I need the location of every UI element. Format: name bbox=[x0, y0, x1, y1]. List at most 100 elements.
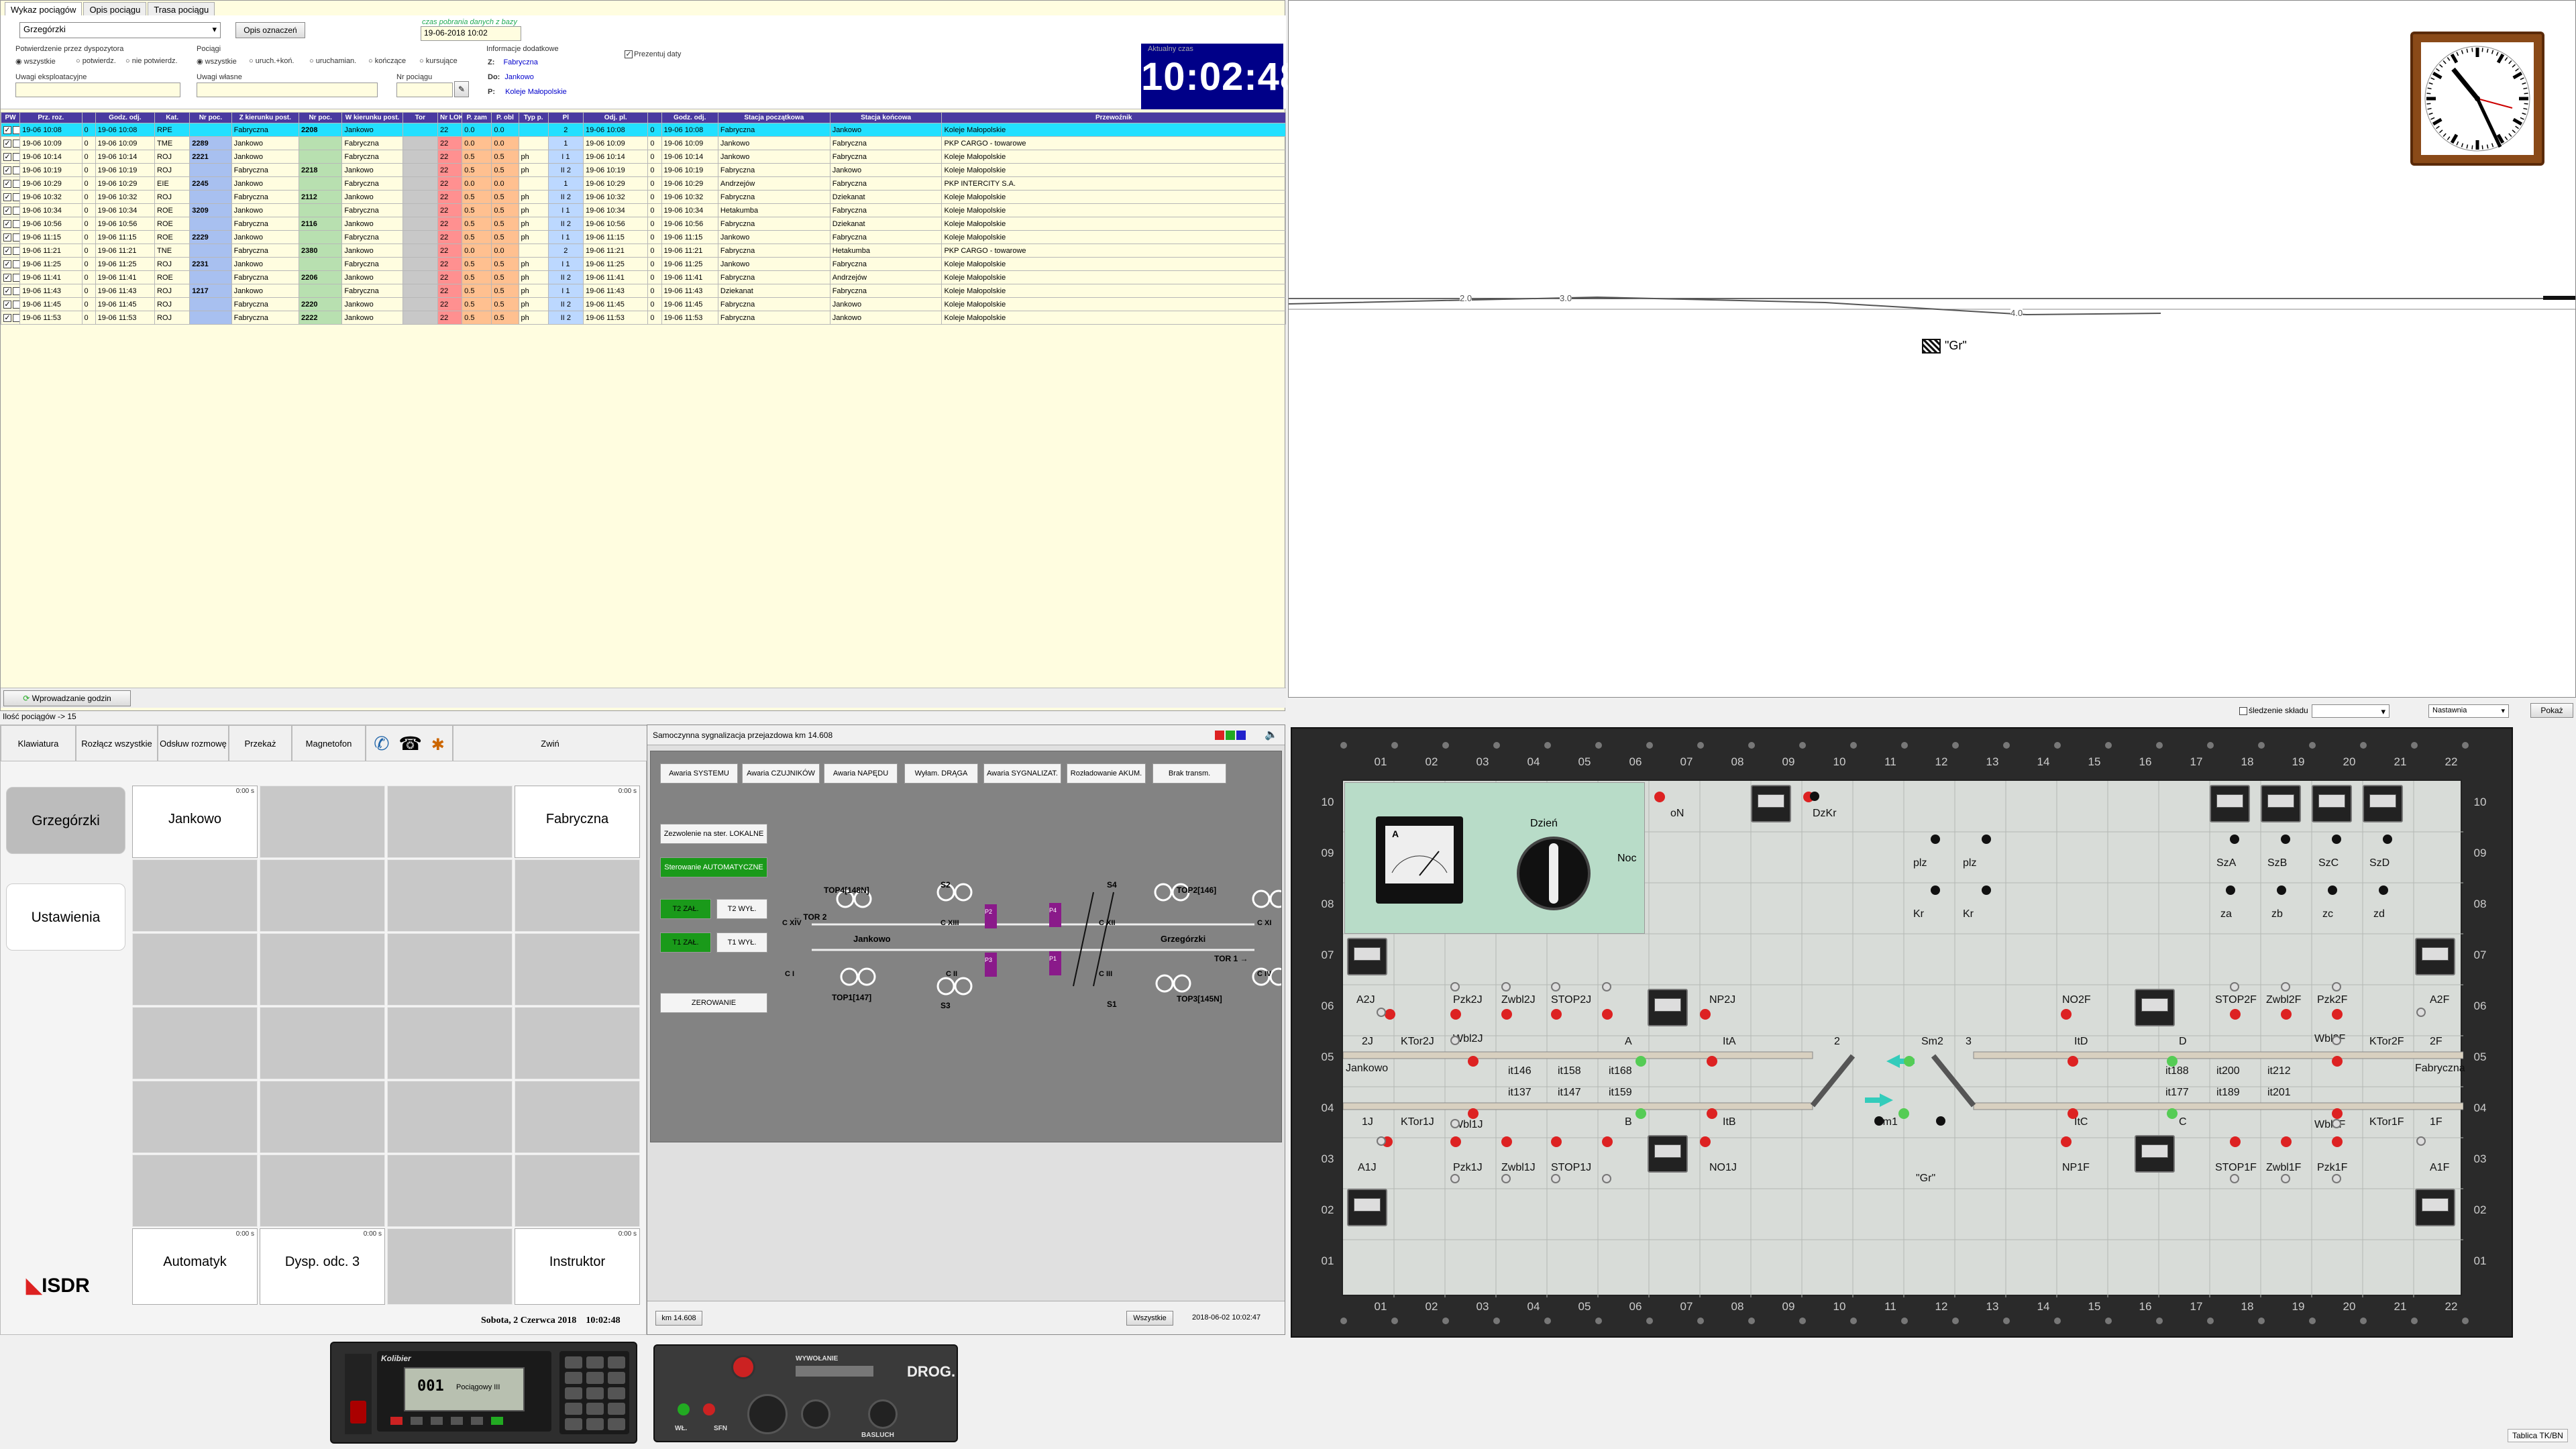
counter-icon[interactable] bbox=[2312, 785, 2352, 822]
signal-red-icon[interactable] bbox=[1602, 1009, 1613, 1020]
signal-red-icon[interactable] bbox=[1707, 1108, 1717, 1119]
select-check[interactable] bbox=[13, 193, 19, 201]
handset-down-icon[interactable]: ☎ bbox=[398, 733, 422, 754]
confirm-check[interactable] bbox=[3, 179, 11, 188]
confirm-radio-confirmed[interactable]: ○ potwierdz. bbox=[76, 57, 116, 65]
trains-radio-starting[interactable]: ○ uruchamian. bbox=[309, 57, 356, 65]
keypad-key[interactable] bbox=[565, 1356, 582, 1368]
fault-transmission[interactable]: Brak transm. bbox=[1152, 763, 1226, 784]
radio-button[interactable] bbox=[431, 1417, 443, 1425]
select-check[interactable] bbox=[13, 206, 19, 215]
tab-train-desc[interactable]: Opis pociągu bbox=[83, 2, 147, 17]
col-dep[interactable]: Godz. odj. bbox=[95, 112, 156, 123]
signal-red-icon[interactable] bbox=[2281, 1136, 2292, 1147]
table-row[interactable]: 19-06 10:19019-06 10:19ROJFabryczna2218J… bbox=[0, 163, 1286, 177]
col-to[interactable]: W kierunku post. bbox=[341, 112, 403, 123]
keyboard-button[interactable]: Klawiatura bbox=[1, 725, 76, 761]
select-check[interactable] bbox=[13, 313, 19, 322]
t2-off-button[interactable]: T2 WYŁ. bbox=[716, 899, 767, 919]
station-code[interactable]: "Gr" bbox=[1922, 339, 1967, 354]
t1-off-button[interactable]: T1 WYŁ. bbox=[716, 932, 767, 953]
keypad-key[interactable] bbox=[586, 1403, 604, 1415]
confirm-check[interactable] bbox=[3, 125, 11, 134]
button-knob-icon[interactable] bbox=[1936, 1116, 1945, 1126]
speaker-icon[interactable]: 🔈 bbox=[1265, 728, 1278, 741]
keypad-key[interactable] bbox=[608, 1418, 625, 1430]
table-row[interactable]: 19-06 10:09019-06 10:09TME2289JankowoFab… bbox=[0, 136, 1286, 150]
contact-dispatcher[interactable]: 0:00 s Dysp. odc. 3 bbox=[260, 1228, 385, 1305]
signal-red-icon[interactable] bbox=[1700, 1136, 1711, 1147]
show-dates-checkbox[interactable]: Prezentuj daty bbox=[625, 50, 681, 59]
counter-icon[interactable] bbox=[1751, 785, 1791, 822]
keypad-key[interactable] bbox=[608, 1403, 625, 1415]
col-lok[interactable]: Nr LOK bbox=[437, 112, 463, 123]
day-night-switch[interactable] bbox=[1517, 837, 1591, 910]
table-row[interactable]: 19-06 10:34019-06 10:34ROE3209JankowoFab… bbox=[0, 203, 1286, 217]
reset-button[interactable]: ZEROWANIE bbox=[660, 993, 767, 1013]
select-check[interactable] bbox=[13, 286, 19, 295]
status-tab[interactable]: Tablica TK/BN bbox=[2508, 1429, 2568, 1442]
contact-instructor[interactable]: 0:00 s Instruktor bbox=[515, 1228, 640, 1305]
col-pl[interactable]: Pl bbox=[547, 112, 584, 123]
remarks-input[interactable] bbox=[15, 83, 180, 97]
counter-icon[interactable] bbox=[1648, 1135, 1688, 1173]
confirm-check[interactable] bbox=[3, 139, 11, 148]
emergency-button[interactable] bbox=[350, 1401, 366, 1424]
table-row[interactable]: 19-06 10:14019-06 10:14ROJ2221JankowoFab… bbox=[0, 150, 1286, 164]
contact-fabryczna[interactable]: 0:00 s Fabryczna bbox=[515, 786, 640, 858]
contact-automatyk[interactable]: 0:00 s Automatyk bbox=[132, 1228, 258, 1305]
table-row[interactable]: 19-06 11:41019-06 11:41ROEFabryczna2206J… bbox=[0, 270, 1286, 284]
side-settings-button[interactable]: Ustawienia bbox=[6, 883, 125, 951]
confirm-check[interactable] bbox=[3, 260, 11, 268]
col-end[interactable]: Stacja końcowa bbox=[829, 112, 943, 123]
select-check[interactable] bbox=[13, 166, 19, 174]
signal-red-icon[interactable] bbox=[1707, 1056, 1717, 1067]
handset-icon[interactable]: ✆ bbox=[374, 733, 389, 754]
signal-red-icon[interactable] bbox=[2332, 1056, 2343, 1067]
signal-red-icon[interactable] bbox=[2061, 1009, 2072, 1020]
signal-red-icon[interactable] bbox=[1501, 1136, 1512, 1147]
signal-red-icon[interactable] bbox=[2230, 1136, 2241, 1147]
keypad-key[interactable] bbox=[608, 1372, 625, 1384]
counter-icon[interactable] bbox=[1347, 1189, 1387, 1226]
select-check[interactable] bbox=[13, 139, 19, 148]
button-knob-icon[interactable] bbox=[2277, 885, 2286, 895]
keypad-key[interactable] bbox=[565, 1387, 582, 1399]
button-knob-icon[interactable] bbox=[2332, 835, 2341, 844]
col-pw[interactable]: PW bbox=[0, 112, 21, 123]
trains-radio-ending[interactable]: ○ kończące bbox=[368, 57, 406, 65]
button-knob-icon[interactable] bbox=[1982, 885, 1991, 895]
signal-red-icon[interactable] bbox=[2332, 1108, 2343, 1119]
recorder-button[interactable]: Magnetofon bbox=[292, 725, 366, 761]
col-nr1[interactable]: Nr poc. bbox=[189, 112, 232, 123]
signal-red-icon[interactable] bbox=[2068, 1108, 2078, 1119]
fault-system[interactable]: Awaria SYSTEMU bbox=[660, 763, 738, 784]
col-x[interactable] bbox=[81, 112, 96, 123]
keypad-key[interactable] bbox=[586, 1418, 604, 1430]
signal-red-icon[interactable] bbox=[2061, 1136, 2072, 1147]
signal-green-icon[interactable] bbox=[1635, 1056, 1646, 1067]
radio-button[interactable] bbox=[491, 1417, 503, 1425]
tab-train-list[interactable]: Wykaz pociągów bbox=[5, 2, 83, 17]
trains-radio-running[interactable]: ○ kursujące bbox=[419, 57, 458, 65]
select-check[interactable] bbox=[13, 219, 19, 228]
auto-control-button[interactable]: Sterowanie AUTOMATYCZNE bbox=[660, 857, 767, 877]
tab-train-route[interactable]: Trasa pociągu bbox=[148, 2, 215, 17]
button-knob-icon[interactable] bbox=[2328, 885, 2337, 895]
own-remarks-input[interactable] bbox=[197, 83, 378, 97]
fault-boom[interactable]: Wyłam. DRĄGA bbox=[904, 763, 978, 784]
signal-red-icon[interactable] bbox=[1551, 1136, 1562, 1147]
listen-button[interactable]: Odsłuw rozmowę bbox=[158, 725, 229, 761]
select-check[interactable] bbox=[13, 152, 19, 161]
side-station-button[interactable]: Grzegórzki bbox=[6, 787, 125, 854]
counter-icon[interactable] bbox=[2210, 785, 2250, 822]
keypad-key[interactable] bbox=[586, 1387, 604, 1399]
enter-hours-button[interactable]: ⟳ Wprowadzanie godzin bbox=[3, 690, 131, 706]
keypad-key[interactable] bbox=[565, 1418, 582, 1430]
confirm-check[interactable] bbox=[3, 206, 11, 215]
all-button[interactable]: Wszystkie bbox=[1126, 1311, 1173, 1326]
dial-knob[interactable] bbox=[747, 1394, 788, 1434]
fault-battery[interactable]: Rozładowanie AKUM. bbox=[1067, 763, 1146, 784]
track-check[interactable] bbox=[2239, 706, 2247, 715]
confirm-check[interactable] bbox=[3, 193, 11, 201]
